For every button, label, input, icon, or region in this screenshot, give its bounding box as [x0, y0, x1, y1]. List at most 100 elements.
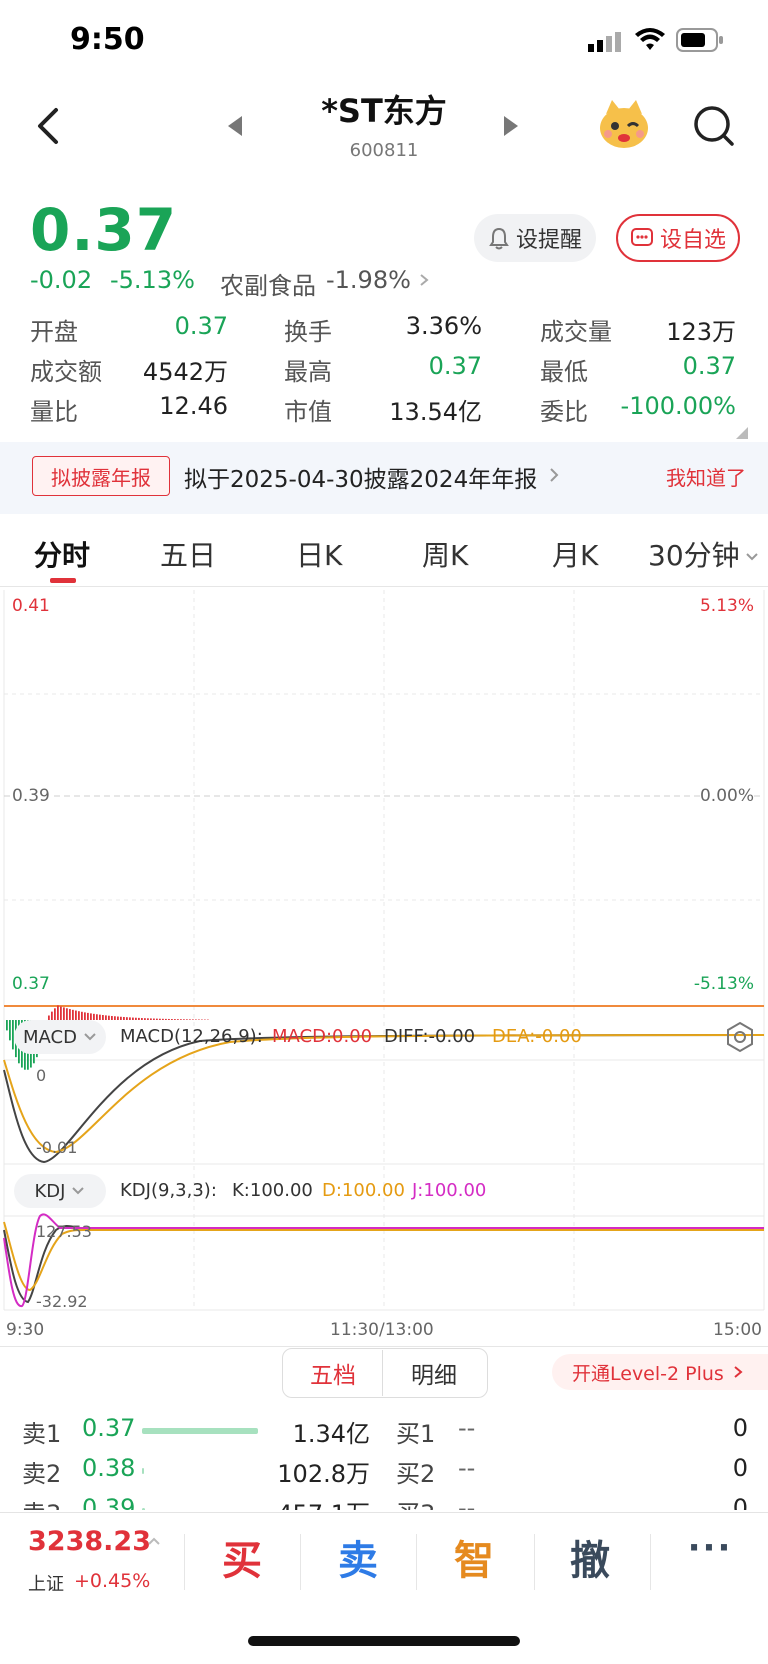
macd-bar: [117, 1017, 119, 1020]
kdj-selector-label: KDJ: [35, 1181, 66, 1202]
sector-name[interactable]: 农副食品: [220, 266, 316, 301]
smart-trade-button[interactable]: 智: [424, 1528, 524, 1586]
kdj-selector[interactable]: KDJ: [14, 1174, 106, 1208]
tab-daily-k[interactable]: 日K: [296, 534, 342, 574]
cancel-order-button[interactable]: 撤: [540, 1528, 640, 1586]
ask-row: 卖1 0.37 1.34亿 买1 -- 0: [0, 1414, 768, 1450]
macd-params: MACD(12,26,9):: [120, 1026, 263, 1047]
macd-bar: [81, 1012, 83, 1020]
sector-change[interactable]: -1.98%: [326, 266, 411, 294]
pct-high-label: 5.13%: [700, 596, 754, 616]
divider: [300, 1534, 301, 1590]
price-mid-label: 0.39: [12, 786, 50, 806]
macd-bar: [138, 1018, 140, 1020]
chevron-right-icon: [418, 272, 430, 288]
time-end-label: 15:00: [713, 1320, 762, 1340]
price-grid: [4, 590, 764, 1310]
macd-bar: [144, 1018, 146, 1020]
tab-intraday[interactable]: 分时: [34, 534, 90, 574]
macd-bar: [57, 1005, 59, 1020]
more-button[interactable]: ···: [660, 1528, 760, 1568]
level2-upgrade-button[interactable]: 开通Level-2 Plus: [552, 1354, 768, 1390]
add-watchlist-button[interactable]: 设自选: [616, 214, 740, 262]
ask-row: 卖3 0.39 457.1万 买3 -- 0: [0, 1494, 768, 1510]
bid-volume: 0: [733, 1494, 748, 1510]
tab-30-minute[interactable]: 30分钟: [648, 534, 740, 574]
macd-bar: [51, 1012, 53, 1020]
macd-bar: [72, 1010, 74, 1020]
bid-volume: 0: [733, 1454, 748, 1482]
battery-icon: [676, 28, 724, 52]
tab-five-levels-label: 五档: [310, 1356, 356, 1390]
buy-button[interactable]: 买: [192, 1528, 292, 1586]
ask-volume-bar: [142, 1468, 144, 1474]
stat-label-order-ratio: 委比: [540, 392, 588, 427]
macd-bar: [174, 1019, 176, 1020]
stat-value-high: 0.37: [370, 352, 482, 380]
tab-five-day[interactable]: 五日: [160, 534, 216, 574]
bid-price: --: [458, 1494, 475, 1510]
set-alert-button[interactable]: 设提醒: [474, 214, 596, 262]
next-stock-button[interactable]: [500, 112, 522, 140]
macd-bar: [90, 1013, 92, 1020]
macd-bar: [135, 1018, 137, 1020]
macd-bar: [177, 1019, 179, 1020]
chevron-up-icon: [146, 1532, 162, 1544]
price-change-pct: -5.13%: [110, 266, 195, 294]
macd-bar: [126, 1017, 128, 1020]
macd-bar: [111, 1016, 113, 1020]
expand-corner-icon[interactable]: [736, 424, 748, 436]
macd-bar: [183, 1019, 185, 1020]
stat-value-volume: 123万: [620, 312, 736, 347]
settings-icon[interactable]: [724, 1020, 756, 1054]
sell-button[interactable]: 卖: [308, 1528, 408, 1586]
stat-value-order-ratio: -100.00%: [600, 392, 736, 420]
stat-label-amount: 成交额: [30, 352, 102, 387]
macd-bar: [153, 1019, 155, 1020]
kdj-d-value: D:100.00: [322, 1180, 405, 1201]
banner-text[interactable]: 拟于2025-04-30披露2024年年报: [184, 460, 537, 494]
kdj-j-value: J:100.00: [412, 1180, 486, 1201]
macd-bar: [9, 1020, 11, 1040]
chevron-right-icon: [548, 466, 560, 484]
divider: [416, 1534, 417, 1590]
kdj-high-label: 127.53: [36, 1222, 92, 1241]
stat-label-volume: 成交量: [540, 312, 612, 347]
stat-label-volume-ratio: 量比: [30, 392, 78, 427]
banner-tag: 拟披露年报: [32, 456, 170, 496]
macd-bar: [180, 1019, 182, 1020]
search-icon[interactable]: [692, 104, 736, 150]
macd-selector[interactable]: MACD: [14, 1020, 106, 1054]
chevron-down-icon[interactable]: [744, 548, 760, 560]
macd-bar: [69, 1009, 71, 1020]
stat-label-turnover: 换手: [284, 312, 332, 347]
tab-weekly-k[interactable]: 周K: [422, 534, 468, 574]
macd-bar: [123, 1017, 125, 1020]
tab-five-levels[interactable]: 五档: [284, 1350, 383, 1396]
macd-bar: [66, 1008, 68, 1020]
stat-value-low: 0.37: [620, 352, 736, 380]
status-time: 9:50: [70, 22, 145, 57]
tab-details[interactable]: 明细: [384, 1350, 484, 1396]
macd-bar: [132, 1018, 134, 1020]
stat-value-volume-ratio: 12.46: [130, 392, 228, 420]
tab-monthly-k[interactable]: 月K: [552, 534, 598, 574]
pct-low-label: -5.13%: [694, 974, 754, 994]
divider: [534, 1534, 535, 1590]
ask-volume-bar: [142, 1428, 258, 1434]
ask-row: 卖2 0.38 102.8万 买2 -- 0: [0, 1454, 768, 1490]
index-value[interactable]: 3238.23: [28, 1526, 151, 1557]
bid-price: --: [458, 1454, 475, 1482]
macd-bar: [84, 1012, 86, 1020]
banner-dismiss-button[interactable]: 我知道了: [666, 462, 746, 491]
stock-code: 600811: [0, 140, 768, 161]
intraday-chart[interactable]: [0, 590, 768, 1320]
ask-label: 卖1: [22, 1414, 61, 1449]
macd-value: MACD:0.00: [272, 1026, 372, 1047]
banner-tag-label: 拟披露年报: [51, 462, 151, 491]
divider: [650, 1534, 651, 1590]
macd-bar: [54, 1008, 56, 1020]
price-high-label: 0.41: [12, 596, 50, 616]
mascot-icon[interactable]: [596, 96, 652, 152]
macd-bar: [198, 1019, 200, 1020]
